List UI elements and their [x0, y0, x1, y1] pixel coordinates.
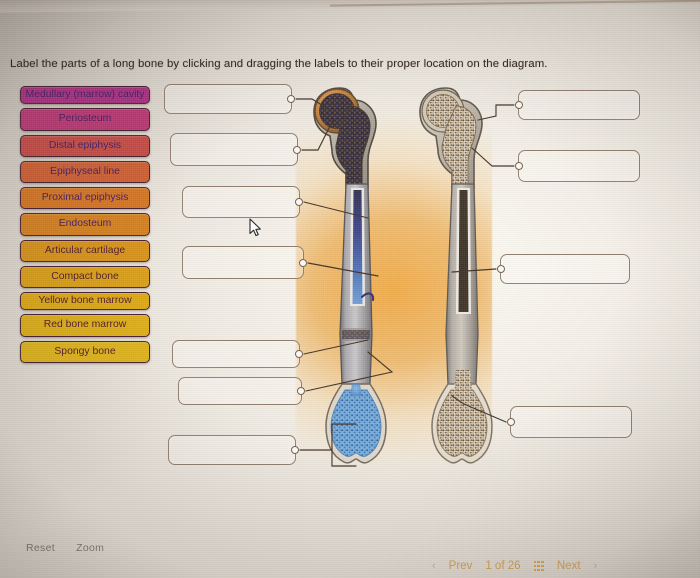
answer-box-connector-dot	[295, 198, 303, 206]
answer-box-box-left-2[interactable]	[170, 133, 301, 166]
answer-box-box-left-3[interactable]	[182, 186, 303, 218]
answer-box-connector-dot	[295, 350, 303, 358]
answer-box-connector-dot	[287, 95, 295, 103]
grid-view-icon[interactable]	[533, 560, 544, 572]
prev-chevron-icon[interactable]: ‹	[432, 560, 436, 572]
answer-box-box-right-4[interactable]	[507, 406, 632, 438]
next-button[interactable]: Next	[557, 560, 581, 572]
answer-box-connector-dot	[293, 145, 301, 154]
answer-box-box-left-1[interactable]	[164, 84, 295, 114]
answer-box-box-right-1[interactable]	[515, 90, 640, 120]
answer-box-box-right-3[interactable]	[497, 254, 630, 284]
viewer-controls: Reset Zoom	[26, 542, 122, 554]
answer-box-layer	[0, 0, 700, 578]
reset-button[interactable]: Reset	[26, 542, 55, 554]
answer-box-connector-dot	[515, 101, 523, 109]
answer-box-box-left-7[interactable]	[168, 435, 299, 465]
answer-box-box-left-5[interactable]	[172, 340, 303, 368]
answer-box-connector-dot	[299, 258, 307, 267]
answer-box-connector-dot	[507, 418, 515, 426]
pager: ‹ Prev 1 of 26 Next ›	[432, 560, 597, 572]
next-chevron-icon[interactable]: ›	[594, 560, 598, 572]
answer-box-connector-dot	[515, 162, 523, 170]
page-indicator: 1 of 26	[485, 560, 521, 572]
answer-box-connector-dot	[297, 387, 305, 395]
zoom-button[interactable]: Zoom	[76, 542, 104, 554]
answer-box-connector-dot	[497, 265, 505, 273]
quiz-screen-photo: Label the parts of a long bone by clicki…	[0, 0, 700, 578]
answer-box-connector-dot	[291, 446, 299, 454]
answer-box-box-left-6[interactable]	[178, 377, 305, 405]
prev-button[interactable]: Prev	[449, 560, 473, 572]
answer-box-box-right-2[interactable]	[515, 150, 640, 182]
answer-box-box-left-4[interactable]	[182, 246, 307, 279]
